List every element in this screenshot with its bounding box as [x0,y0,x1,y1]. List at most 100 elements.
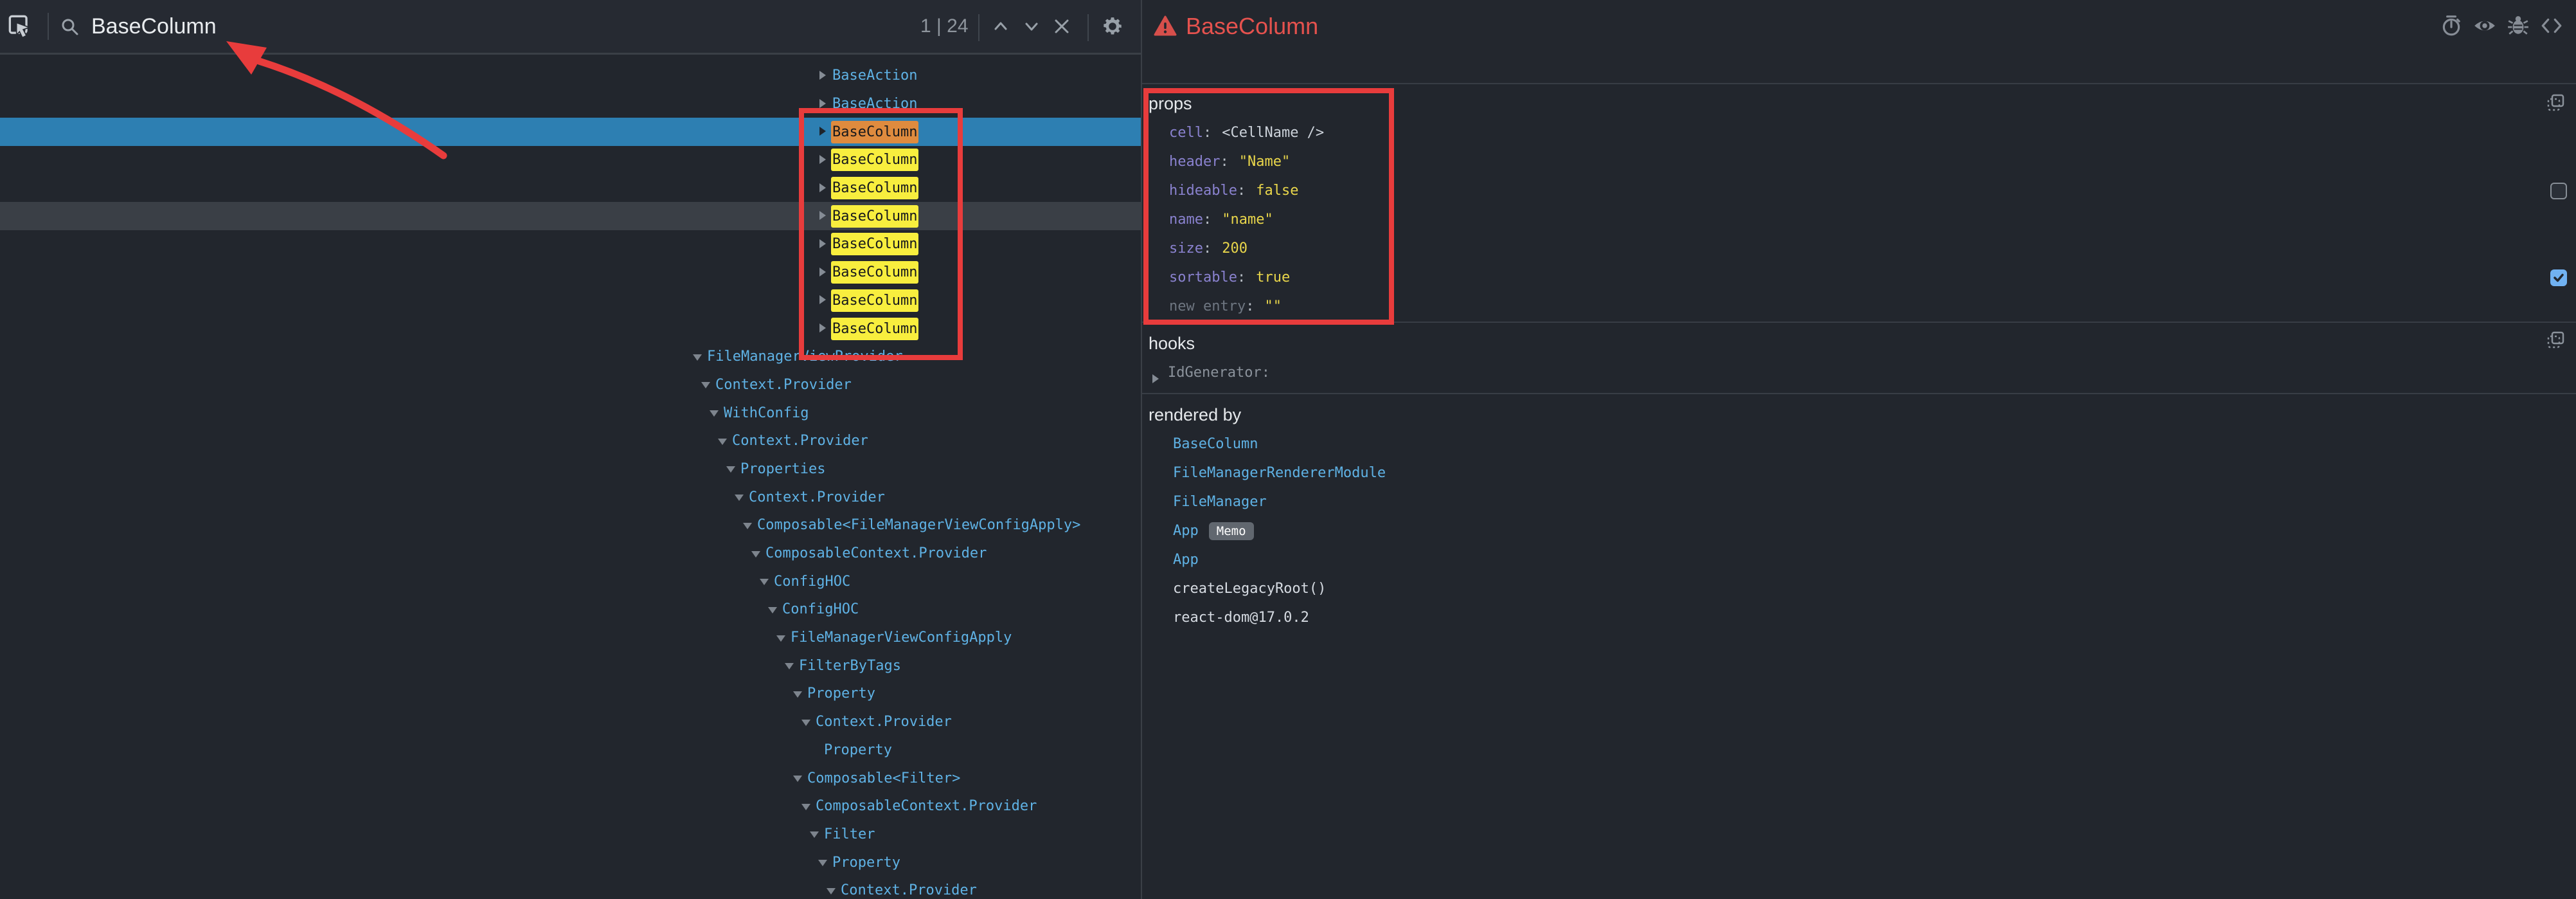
prop-row-hideable[interactable]: hideable:false [1142,176,2576,205]
owner-name[interactable]: BaseColumn [1173,436,1258,452]
component-name[interactable]: Composable<Filter> [806,767,962,790]
component-name[interactable]: FilterByTags [798,655,902,677]
prop-value[interactable]: "" [1264,298,1282,314]
tree-row-basecolumn[interactable]: BaseColumn [0,259,1141,287]
component-name[interactable]: Context.Provider [814,711,953,733]
tree-row-filemanagerviewprovider[interactable]: FileManagerViewProvider [0,343,1141,371]
prop-value[interactable]: "name" [1222,212,1273,228]
component-name[interactable]: Filter [823,823,876,846]
component-name[interactable]: BaseAction [831,93,918,115]
component-name[interactable]: BaseColumn [831,177,918,199]
tree-row-composablecontext-provider[interactable]: ComposableContext.Provider [0,540,1141,568]
prop-row-new-entry[interactable]: new entry:"" [1142,292,2576,321]
owner-name[interactable]: App [1173,552,1199,568]
tree-row-composable-filter-[interactable]: Composable<Filter> [0,764,1141,792]
tree-row-properties[interactable]: Properties [0,455,1141,484]
owner-name[interactable]: react-dom@17.0.2 [1173,610,1309,626]
search-input[interactable] [91,0,721,53]
prop-value[interactable]: true [1256,269,1290,286]
component-name[interactable]: Properties [739,458,827,480]
tree-row-property[interactable]: Property [0,848,1141,876]
tree-row-confighoc[interactable]: ConfigHOC [0,595,1141,624]
component-name[interactable]: Context.Provider [714,374,853,396]
previous-match-button[interactable] [986,0,1015,53]
suspend-timer-icon[interactable] [2440,14,2463,37]
prop-value[interactable]: 200 [1222,241,1248,257]
prop-row-sortable[interactable]: sortable:true [1142,263,2576,292]
component-name[interactable]: BaseColumn [831,289,918,312]
tree-row-withconfig[interactable]: WithConfig [0,399,1141,427]
tree-row-property[interactable]: Property [0,736,1141,765]
component-name[interactable]: FileManagerViewConfigApply [789,626,1013,649]
prop-row-cell[interactable]: cell:<CellName /> [1142,118,2576,147]
component-name[interactable]: WithConfig [722,402,810,424]
hook-item[interactable]: IdGenerator: [1142,358,2576,387]
component-name[interactable]: ConfigHOC [773,570,852,593]
component-name[interactable]: FileManagerViewProvider [706,345,904,368]
component-name[interactable]: ComposableContext.Provider [764,542,988,565]
component-name[interactable]: Property [831,851,902,874]
component-name[interactable]: BaseColumn [831,318,918,340]
tree-row-filterbytags[interactable]: FilterByTags [0,651,1141,680]
tree-row-basecolumn[interactable]: BaseColumn [0,314,1141,343]
rendered-by-item-react-dom-17-0-2[interactable]: react-dom@17.0.2 [1142,603,2576,632]
owner-name[interactable]: FileManagerRendererModule [1173,465,1386,481]
next-match-button[interactable] [1017,0,1046,53]
component-name[interactable]: Context.Provider [731,430,870,452]
tree-row-basecolumn[interactable]: BaseColumn [0,230,1141,259]
rendered-by-item-app[interactable]: AppMemo [1142,516,2576,545]
rendered-by-item-app[interactable]: App [1142,545,2576,574]
inspect-element-button[interactable] [5,0,35,53]
prop-row-size[interactable]: size:200 [1142,234,2576,263]
clear-search-button[interactable] [1047,0,1077,53]
prop-value[interactable]: <CellName /> [1222,125,1324,141]
owner-name[interactable]: App [1173,523,1199,539]
component-name[interactable]: BaseColumn [831,233,918,255]
prop-value[interactable]: false [1256,183,1298,199]
tree-row-confighoc[interactable]: ConfigHOC [0,567,1141,595]
prop-row-header[interactable]: header:"Name" [1142,147,2576,176]
tree-row-context-provider[interactable]: Context.Provider [0,483,1141,511]
component-name[interactable]: Composable<FileManagerViewConfigApply> [756,514,1082,536]
tree-row-baseaction[interactable]: BaseAction [0,62,1141,90]
rendered-by-item-basecolumn[interactable]: BaseColumn [1142,430,2576,459]
tree-row-filemanagerviewconfigapply[interactable]: FileManagerViewConfigApply [0,624,1141,652]
component-name[interactable]: BaseColumn [831,205,918,228]
component-name[interactable]: BaseAction [831,64,918,87]
view-source-code-icon[interactable] [2540,14,2563,37]
tree-row-basecolumn[interactable]: BaseColumn [0,202,1141,230]
tree-row-filter[interactable]: Filter [0,821,1141,849]
owner-name[interactable]: FileManager [1173,494,1267,510]
copy-props-icon[interactable] [2546,93,2566,113]
tree-row-context-provider[interactable]: Context.Provider [0,427,1141,455]
tree-row-context-provider[interactable]: Context.Provider [0,708,1141,736]
prop-row-name[interactable]: name:"name" [1142,205,2576,234]
tree-row-baseaction[interactable]: BaseAction [0,90,1141,118]
component-name[interactable]: BaseColumn [831,149,918,171]
tree-row-basecolumn[interactable]: BaseColumn [0,118,1141,146]
component-name[interactable]: BaseColumn [831,121,918,143]
rendered-by-item-filemanagerrenderermodule[interactable]: FileManagerRendererModule [1142,459,2576,487]
tree-row-context-provider[interactable]: Context.Provider [0,876,1141,899]
tree-row-composablecontext-provider[interactable]: ComposableContext.Provider [0,792,1141,821]
tree-row-property[interactable]: Property [0,680,1141,708]
prop-checkbox-checked[interactable] [2550,269,2567,286]
component-name[interactable]: Context.Provider [839,879,978,899]
tree-row-basecolumn[interactable]: BaseColumn [0,146,1141,174]
log-to-console-bug-icon[interactable] [2507,14,2530,37]
component-name[interactable]: Property [806,682,877,705]
tree-row-composable-filemanagerviewconfigapply-[interactable]: Composable<FileManagerViewConfigApply> [0,511,1141,540]
copy-hooks-icon[interactable] [2546,331,2566,350]
component-name[interactable]: BaseColumn [831,261,918,284]
prop-value[interactable]: "Name" [1239,154,1290,170]
tree-row-basecolumn[interactable]: BaseColumn [0,287,1141,315]
component-name[interactable]: Context.Provider [747,486,886,509]
owner-name[interactable]: createLegacyRoot() [1173,581,1326,597]
rendered-by-item-createlegacyroot-[interactable]: createLegacyRoot() [1142,574,2576,603]
component-name[interactable]: ConfigHOC [781,598,860,621]
tree-row-context-provider[interactable]: Context.Provider [0,371,1141,399]
prop-checkbox-unchecked[interactable] [2550,183,2567,199]
tree-row-basecolumn[interactable]: BaseColumn [0,174,1141,203]
component-name[interactable]: Property [823,739,893,761]
rendered-by-item-filemanager[interactable]: FileManager [1142,487,2576,516]
